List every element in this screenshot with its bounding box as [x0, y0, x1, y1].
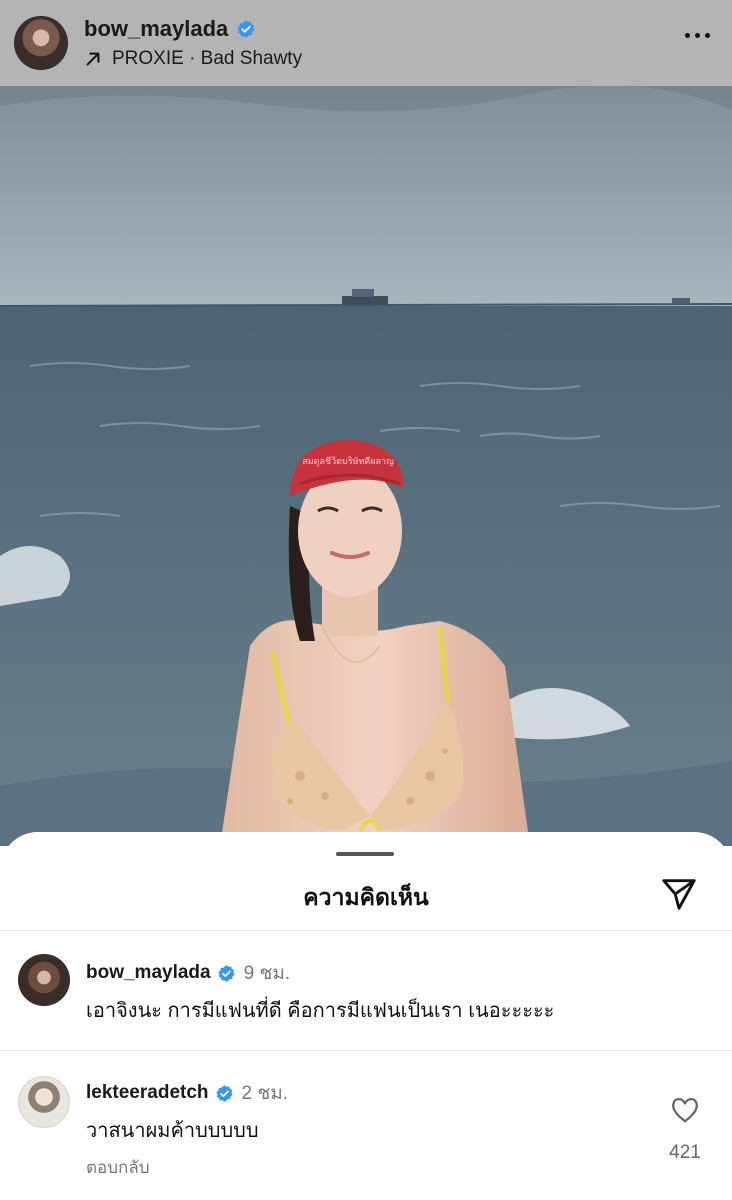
music-label: PROXIE · Bad Shawty — [112, 48, 303, 69]
sheet-drag-handle[interactable] — [336, 852, 394, 856]
beach-scene: สมดุลชีวิตบริษัทดีผลาญ — [0, 86, 732, 846]
music-row[interactable]: PROXIE · Bad Shawty — [84, 48, 302, 70]
comment-text: เอาจิงนะ การมีแฟนที่ดี คือการมีแฟนเป็นเร… — [86, 1000, 555, 1022]
comment-header: bow_maylada 9 ชม. — [86, 958, 290, 988]
header-text: bow_maylada PROXIE · Bad Shawty — [84, 16, 302, 70]
header-username[interactable]: bow_maylada — [84, 16, 228, 42]
sheet-title: ความคิดเห็น — [303, 884, 429, 910]
comment-username[interactable]: bow_maylada — [86, 962, 211, 984]
verified-badge-icon — [237, 20, 255, 38]
heart-icon[interactable] — [670, 1096, 700, 1124]
header-user-row: bow_maylada — [84, 16, 302, 42]
comment-text: วาสนาผมค้าบบบบบ — [86, 1120, 259, 1142]
reply-button[interactable]: ตอบกลับ — [86, 1154, 150, 1181]
arrow-up-right-icon — [86, 52, 100, 66]
post-photo[interactable]: สมดุลชีวิตบริษัทดีผลาญ — [0, 86, 732, 846]
comment-avatar[interactable] — [18, 954, 70, 1006]
comment-time: 9 ชม. — [243, 963, 291, 984]
paper-plane-icon[interactable] — [660, 875, 698, 913]
comments-sheet: ความคิดเห็น bow_maylada 9 ชม. เอาจิงนะ ก… — [0, 832, 732, 1200]
comment-time: 2 ชม. — [241, 1083, 289, 1104]
verified-badge-icon — [215, 1084, 233, 1102]
verified-badge-icon — [218, 964, 235, 982]
cap-text: สมดุลชีวิตบริษัทดีผลาญ — [302, 456, 394, 467]
comment-header: lekteeradetch 2 ชม. — [86, 1078, 288, 1108]
post-header: bow_maylada PROXIE · Bad Shawty — [0, 0, 732, 86]
profile-avatar[interactable] — [14, 16, 68, 70]
comment-item: lekteeradetch 2 ชม. วาสนาผมค้าบบบบบ ตอบก… — [0, 1050, 732, 1200]
comment-avatar[interactable] — [18, 1076, 70, 1128]
more-options-icon[interactable] — [685, 33, 710, 38]
comment-username[interactable]: lekteeradetch — [86, 1082, 209, 1104]
like-count: 421 — [669, 1142, 701, 1163]
comment-item: bow_maylada 9 ชม. เอาจิงนะ การมีแฟนที่ดี… — [0, 930, 732, 1050]
